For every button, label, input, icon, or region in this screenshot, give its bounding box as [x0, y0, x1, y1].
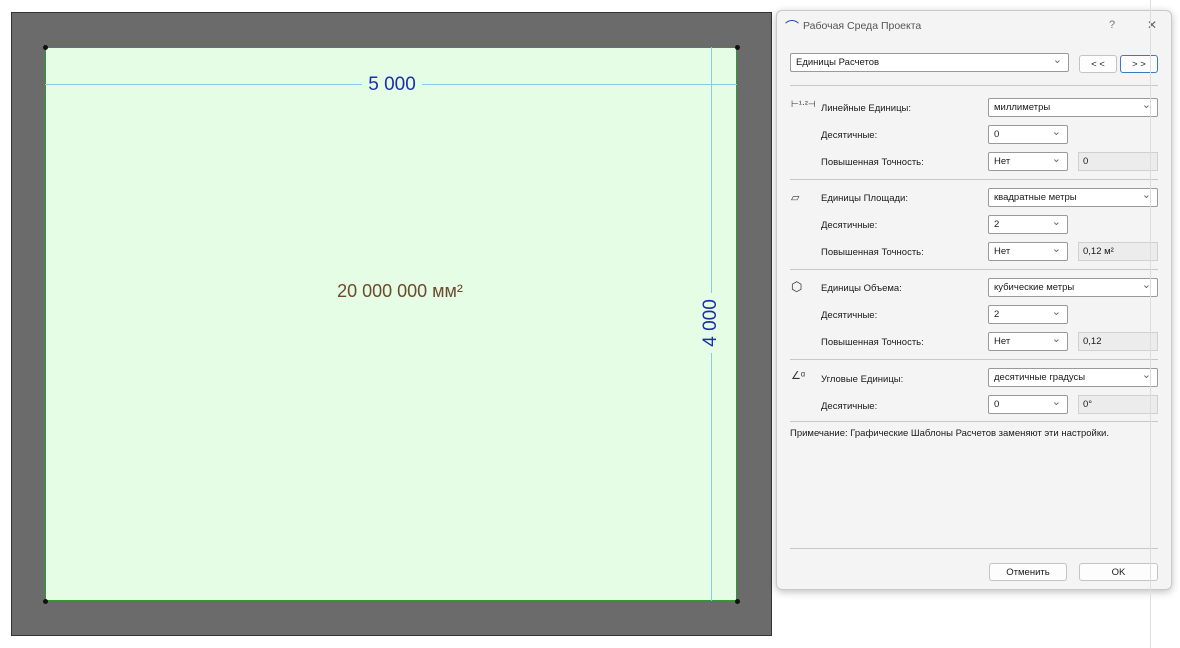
corner-node[interactable]: [43, 599, 48, 604]
project-preferences-dialog: ⌒ Рабочая Среда Проекта ? ✕ Единицы Расч…: [776, 10, 1172, 590]
app-logo-icon: ⌒: [785, 19, 799, 35]
angle-decimals-label: Десятичные:: [821, 401, 878, 412]
close-button[interactable]: ✕: [1147, 18, 1157, 32]
corner-node[interactable]: [735, 45, 740, 50]
angle-units-label: Угловые Единицы:: [821, 374, 904, 385]
panel-divider: [1150, 0, 1151, 648]
corner-node[interactable]: [43, 45, 48, 50]
angle-preview: 0°: [1078, 395, 1158, 414]
area-label: 20 000 000 мм²: [337, 281, 463, 301]
linear-units-icon: ⊢¹·²⊣: [791, 99, 816, 109]
volume-decimals-select[interactable]: 2: [988, 305, 1068, 324]
area-units-label: Единицы Площади:: [821, 193, 908, 204]
area-precision-label: Повышенная Точность:: [821, 247, 924, 258]
area-preview: 0,12 м²: [1078, 242, 1158, 261]
angle-decimals-select[interactable]: 0: [988, 395, 1068, 414]
linear-precision-select[interactable]: Нет: [988, 152, 1068, 171]
linear-decimals-select[interactable]: 0: [988, 125, 1068, 144]
linear-units-select[interactable]: миллиметры: [988, 98, 1158, 117]
volume-precision-select[interactable]: Нет: [988, 332, 1068, 351]
next-page-button[interactable]: > >: [1120, 55, 1158, 73]
linear-units-label: Линейные Единицы:: [821, 103, 912, 114]
corner-node[interactable]: [735, 599, 740, 604]
cancel-button[interactable]: Отменить: [989, 563, 1067, 581]
volume-precision-label: Повышенная Точность:: [821, 337, 924, 348]
volume-units-select[interactable]: кубические метры: [988, 278, 1158, 297]
width-dimension-text: 5 000: [362, 74, 422, 96]
angle-units-select[interactable]: десятичные градусы: [988, 368, 1158, 387]
prev-page-button[interactable]: < <: [1079, 55, 1117, 73]
volume-units-icon: ⬡: [791, 279, 803, 294]
area-units-select[interactable]: квадратные метры: [988, 188, 1158, 207]
area-precision-select[interactable]: Нет: [988, 242, 1068, 261]
angle-units-icon: ∠ᵅ: [791, 370, 806, 382]
ok-button[interactable]: OK: [1079, 563, 1158, 581]
linear-decimals-label: Десятичные:: [821, 130, 878, 141]
volume-units-label: Единицы Объема:: [821, 283, 902, 294]
page-select[interactable]: Единицы Расчетов: [790, 53, 1069, 72]
volume-preview: 0,12: [1078, 332, 1158, 351]
zone-rectangle[interactable]: [45, 47, 737, 601]
area-decimals-label: Десятичные:: [821, 220, 878, 231]
volume-decimals-label: Десятичные:: [821, 310, 878, 321]
linear-preview: 0: [1078, 152, 1158, 171]
area-decimals-select[interactable]: 2: [988, 215, 1068, 234]
area-units-icon: ▱: [791, 192, 800, 204]
dialog-title: Рабочая Среда Проекта: [803, 20, 922, 32]
note-text: Примечание: Графические Шаблоны Расчетов…: [790, 428, 1109, 439]
linear-precision-label: Повышенная Точность:: [821, 157, 924, 168]
help-button[interactable]: ?: [1109, 19, 1115, 31]
height-dimension-text: 4 000: [700, 293, 722, 353]
